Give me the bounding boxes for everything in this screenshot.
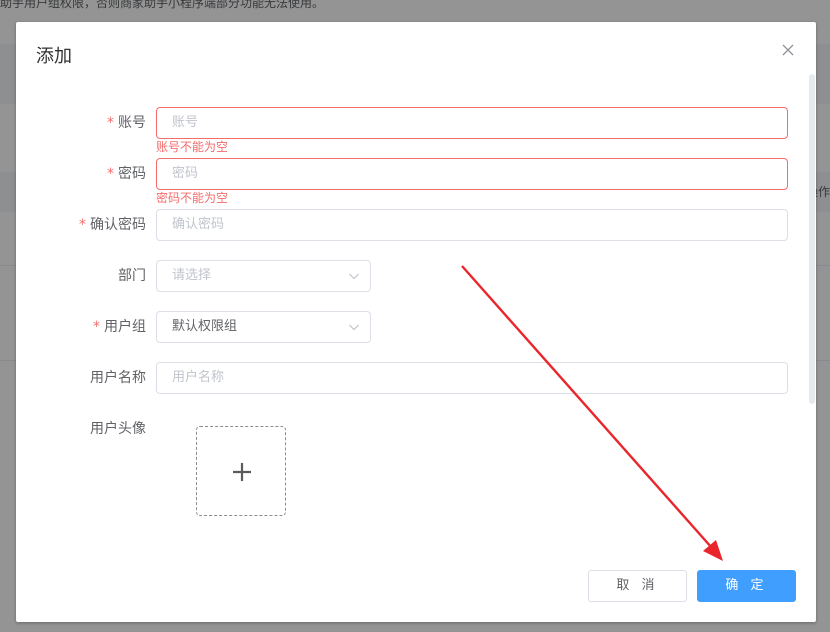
required-mark: *	[93, 319, 100, 335]
form-row-department: 部门 请选择	[16, 260, 816, 292]
password-label: * 密码	[107, 166, 146, 182]
department-label: 部门	[118, 268, 146, 284]
close-icon[interactable]	[780, 42, 796, 58]
avatar-label: 用户头像	[90, 421, 146, 437]
add-user-dialog: 添加 * 账号 账号 账号不能为空 * 密码 密码 密码不能为空 * 确认密码 确认密…	[16, 22, 816, 622]
dialog-title: 添加	[36, 46, 72, 67]
chevron-down-icon	[349, 273, 359, 280]
password-input[interactable]: 密码	[156, 158, 788, 190]
confirm-password-label: * 确认密码	[79, 217, 146, 233]
cancel-button[interactable]: 取 消	[588, 570, 687, 602]
user-name-input[interactable]: 用户名称	[156, 362, 788, 394]
account-input[interactable]: 账号	[156, 107, 788, 139]
form-row-avatar: 用户头像	[16, 413, 816, 445]
account-error: 账号不能为空	[156, 140, 229, 154]
required-mark: *	[79, 217, 86, 233]
form-row-password: * 密码 密码 密码不能为空	[16, 158, 816, 205]
avatar-upload[interactable]	[196, 426, 286, 516]
user-name-label: 用户名称	[90, 370, 146, 386]
form-row-user-group: * 用户组 默认权限组	[16, 311, 816, 343]
user-group-select[interactable]: 默认权限组	[156, 311, 371, 343]
account-label: * 账号	[107, 115, 146, 131]
form-row-account: * 账号 账号 账号不能为空	[16, 107, 816, 154]
confirm-button[interactable]: 确 定	[697, 570, 796, 602]
form-row-confirm-password: * 确认密码 确认密码	[16, 209, 816, 241]
required-mark: *	[107, 115, 114, 131]
user-group-label: * 用户组	[93, 319, 146, 335]
plus-icon	[233, 463, 251, 481]
required-mark: *	[107, 166, 114, 182]
chevron-down-icon	[349, 324, 359, 331]
password-error: 密码不能为空	[156, 191, 229, 205]
department-select[interactable]: 请选择	[156, 260, 371, 292]
form-row-user-name: 用户名称 用户名称	[16, 362, 816, 394]
confirm-password-input[interactable]: 确认密码	[156, 209, 788, 241]
